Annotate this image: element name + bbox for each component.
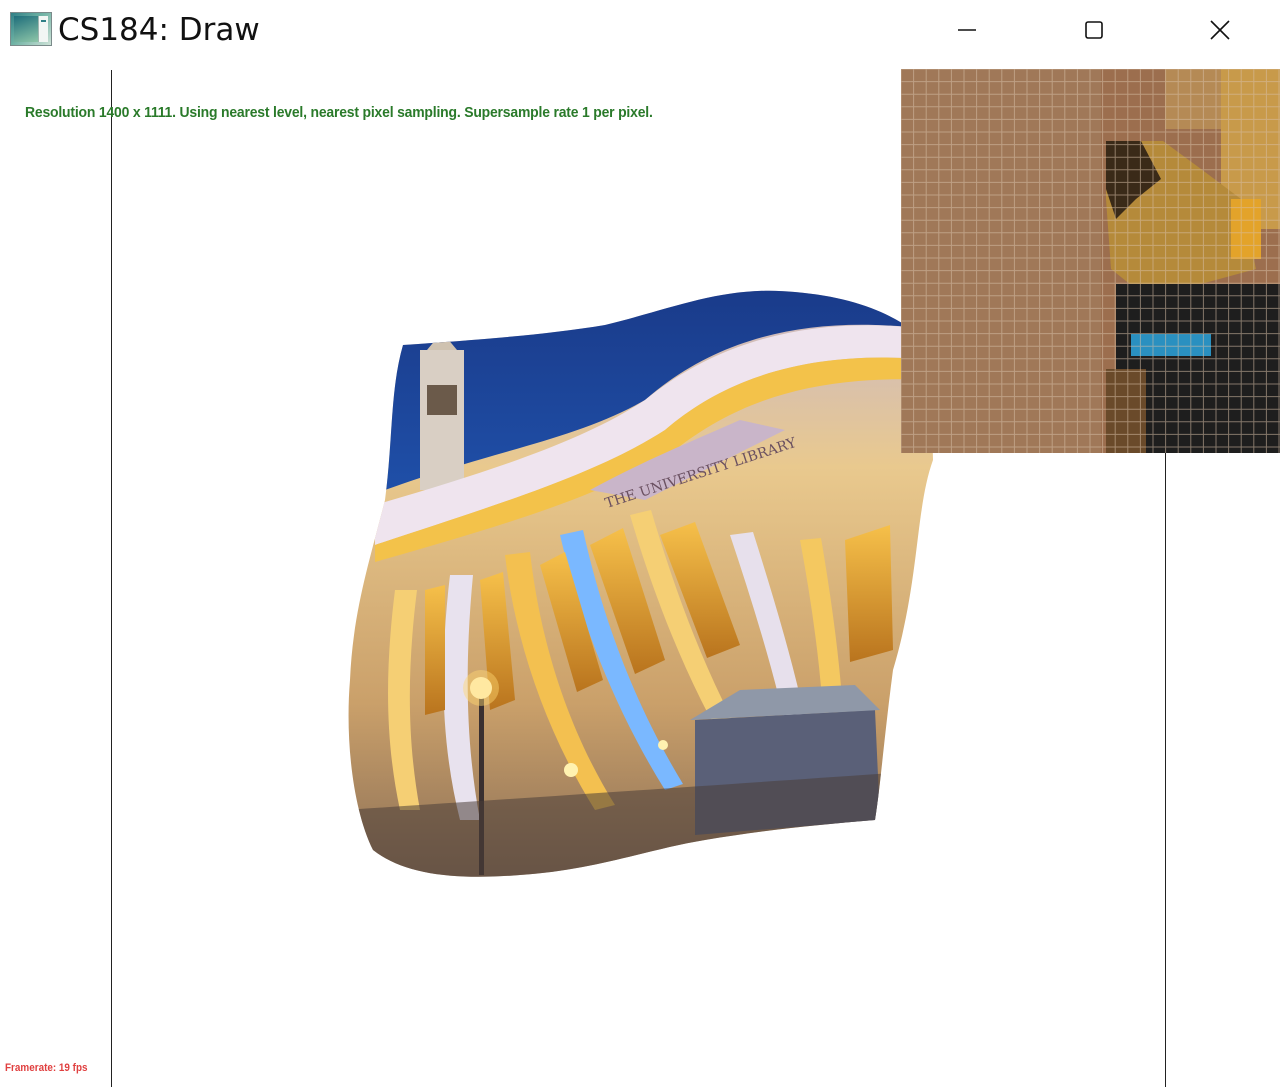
- warped-texture-image: THE UNIVERSITY LIBRARY: [348, 290, 934, 877]
- title-bar[interactable]: CS184: Draw: [0, 0, 1280, 62]
- draw-canvas[interactable]: Resolution 1400 x 1111. Using nearest le…: [0, 62, 1280, 1087]
- framerate-text: Framerate: 19 fps: [5, 1062, 88, 1074]
- guide-line-left: [111, 70, 112, 1087]
- minimize-icon: [958, 29, 976, 31]
- close-button[interactable]: [1160, 0, 1280, 60]
- window-title: CS184: Draw: [58, 12, 260, 48]
- maximize-button[interactable]: [1034, 0, 1154, 60]
- close-icon: [1210, 20, 1230, 40]
- status-text: Resolution 1400 x 1111. Using nearest le…: [25, 104, 653, 121]
- maximize-icon: [1085, 21, 1103, 39]
- pixel-zoom-inspector: [901, 69, 1280, 453]
- minimize-button[interactable]: [907, 0, 1027, 60]
- zoomed-pixel-grid: [901, 69, 1280, 453]
- app-window-icon: [10, 12, 52, 46]
